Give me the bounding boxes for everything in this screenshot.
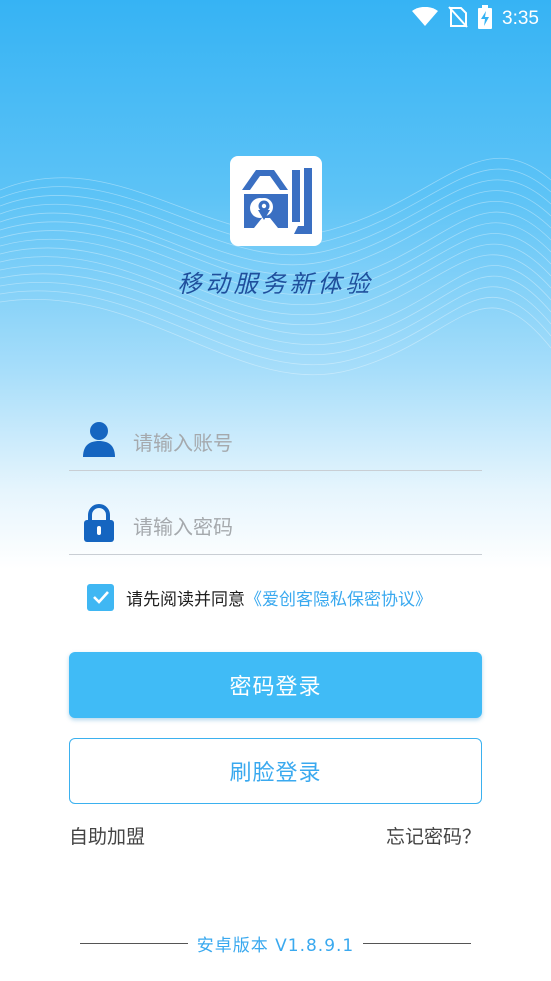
chuang-logo-icon — [242, 168, 312, 234]
password-login-button[interactable]: 密码登录 — [69, 652, 482, 718]
version-footer: 安卓版本 V1.8.9.1 — [0, 928, 551, 958]
privacy-policy-link[interactable]: 《爱创客隐私保密协议》 — [245, 585, 432, 610]
password-input[interactable] — [133, 507, 473, 547]
account-field — [69, 415, 482, 471]
password-field — [69, 499, 482, 555]
user-icon — [81, 419, 117, 459]
face-login-button[interactable]: 刷脸登录 — [69, 738, 482, 804]
divider-right — [363, 942, 472, 944]
status-icons: 3:35 — [412, 5, 539, 33]
forgot-password-link[interactable]: 忘记密码？ — [386, 822, 481, 849]
battery-charging-icon — [478, 5, 493, 33]
divider-left — [79, 942, 188, 944]
wifi-icon — [412, 6, 439, 31]
no-sim-icon — [448, 6, 468, 32]
checkmark-icon — [92, 591, 109, 604]
app-logo — [230, 156, 322, 246]
agree-text: 请先阅读并同意 — [126, 589, 245, 610]
status-time: 3:35 — [502, 8, 539, 29]
agree-checkbox[interactable] — [87, 583, 114, 611]
app-slogan: 移动服务新体验 — [177, 270, 374, 298]
account-input[interactable] — [133, 423, 473, 463]
status-bar: 3:35 — [0, 0, 551, 38]
version-label: 安卓版本 V1.8.9.1 — [196, 935, 355, 956]
lock-icon — [81, 503, 117, 543]
privacy-agreement: 请先阅读并同意 《爱创客隐私保密协议》 — [87, 583, 432, 611]
self-join-link[interactable]: 自助加盟 — [69, 822, 145, 849]
